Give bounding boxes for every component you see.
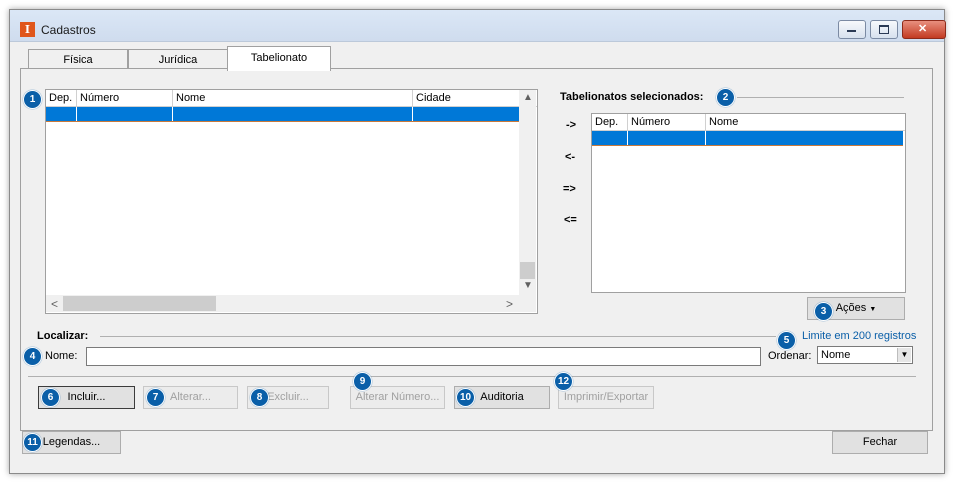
- cell-nome: [706, 131, 902, 145]
- badge-1: 1: [23, 90, 42, 109]
- badge-10: 10: [456, 388, 475, 407]
- selected-grid[interactable]: Dep. Número Nome: [591, 113, 906, 293]
- maximize-button[interactable]: [870, 20, 898, 39]
- divider: [100, 336, 776, 337]
- move-left-button[interactable]: <-: [565, 151, 575, 163]
- window-title: Cadastros: [41, 23, 96, 37]
- badge-7: 7: [146, 388, 165, 407]
- tab-tabelionato[interactable]: Tabelionato: [227, 46, 331, 71]
- tab-juridica[interactable]: Jurídica: [128, 49, 228, 70]
- fechar-button[interactable]: Fechar: [832, 431, 928, 454]
- tab-fisica[interactable]: Física: [28, 49, 128, 70]
- selected-section-title: Tabelionatos selecionados:: [560, 91, 704, 103]
- caret-down-icon: ▼: [869, 306, 877, 313]
- record-limit-text: Limite em 200 registros: [802, 330, 917, 342]
- cell-dep: [592, 131, 628, 145]
- name-search-input[interactable]: [86, 347, 761, 366]
- selected-grid-header: Dep. Número Nome: [592, 114, 905, 131]
- column-dep[interactable]: Dep.: [592, 114, 628, 130]
- scroll-right-icon[interactable]: >: [506, 297, 513, 311]
- column-numero[interactable]: Número: [628, 114, 706, 130]
- search-section-title: Localizar:: [37, 330, 89, 342]
- close-window-button[interactable]: ✕: [902, 20, 946, 39]
- badge-2: 2: [716, 88, 735, 107]
- maximize-icon: [879, 25, 889, 34]
- badge-9: 9: [353, 372, 372, 391]
- scroll-down-icon[interactable]: ▼: [523, 280, 533, 291]
- badge-6: 6: [41, 388, 60, 407]
- move-all-left-button[interactable]: <=: [564, 214, 577, 226]
- badge-5: 5: [777, 331, 796, 350]
- column-nome[interactable]: Nome: [173, 90, 413, 106]
- cell-cidade: [413, 107, 518, 121]
- badge-3: 3: [814, 302, 833, 321]
- cell-numero: [628, 131, 706, 145]
- minimize-button[interactable]: [838, 20, 866, 39]
- badge-12: 12: [554, 372, 573, 391]
- column-dep[interactable]: Dep.: [46, 90, 77, 106]
- column-numero[interactable]: Número: [77, 90, 173, 106]
- scroll-corner: [519, 295, 536, 312]
- cadastros-window: I Cadastros ✕ Física Jurídica Tabelionat…: [9, 9, 946, 474]
- divider: [737, 97, 904, 98]
- badge-4: 4: [23, 347, 42, 366]
- vertical-scrollbar[interactable]: ▲ ▼: [519, 90, 536, 295]
- cell-nome: [173, 107, 413, 121]
- name-label: Nome:: [45, 350, 78, 362]
- move-all-right-button[interactable]: =>: [563, 183, 576, 195]
- cell-dep: [46, 107, 77, 121]
- badge-11: 11: [23, 433, 42, 452]
- imprimir-exportar-button[interactable]: Imprimir/Exportar: [558, 386, 654, 409]
- scroll-left-icon[interactable]: <: [51, 297, 58, 311]
- order-select[interactable]: Nome ▼: [817, 346, 913, 364]
- chevron-down-icon[interactable]: ▼: [897, 348, 911, 362]
- column-cidade[interactable]: Cidade: [413, 90, 521, 106]
- column-nome[interactable]: Nome: [706, 114, 899, 130]
- table-row-selected[interactable]: [592, 131, 903, 146]
- badge-8: 8: [250, 388, 269, 407]
- close-icon: ✕: [918, 23, 928, 35]
- scroll-up-icon[interactable]: ▲: [523, 92, 533, 103]
- order-selected-value: Nome: [821, 349, 851, 361]
- title-bar: I Cadastros ✕: [10, 10, 946, 42]
- horizontal-scroll-thumb[interactable]: [63, 296, 216, 311]
- grid-header: Dep. Número Nome Cidade: [46, 90, 537, 107]
- tabelionato-grid[interactable]: Dep. Número Nome Cidade ▲ ▼ < >: [45, 89, 538, 314]
- divider: [28, 376, 916, 377]
- table-row-selected[interactable]: [46, 107, 519, 122]
- app-logo-icon: I: [20, 22, 35, 37]
- cell-numero: [77, 107, 173, 121]
- horizontal-scrollbar[interactable]: < >: [46, 295, 519, 312]
- minimize-icon: [847, 30, 856, 32]
- order-label: Ordenar:: [768, 350, 812, 362]
- move-right-button[interactable]: ->: [566, 119, 576, 131]
- acoes-label: Ações: [835, 302, 867, 314]
- vertical-scroll-thumb[interactable]: [520, 262, 535, 279]
